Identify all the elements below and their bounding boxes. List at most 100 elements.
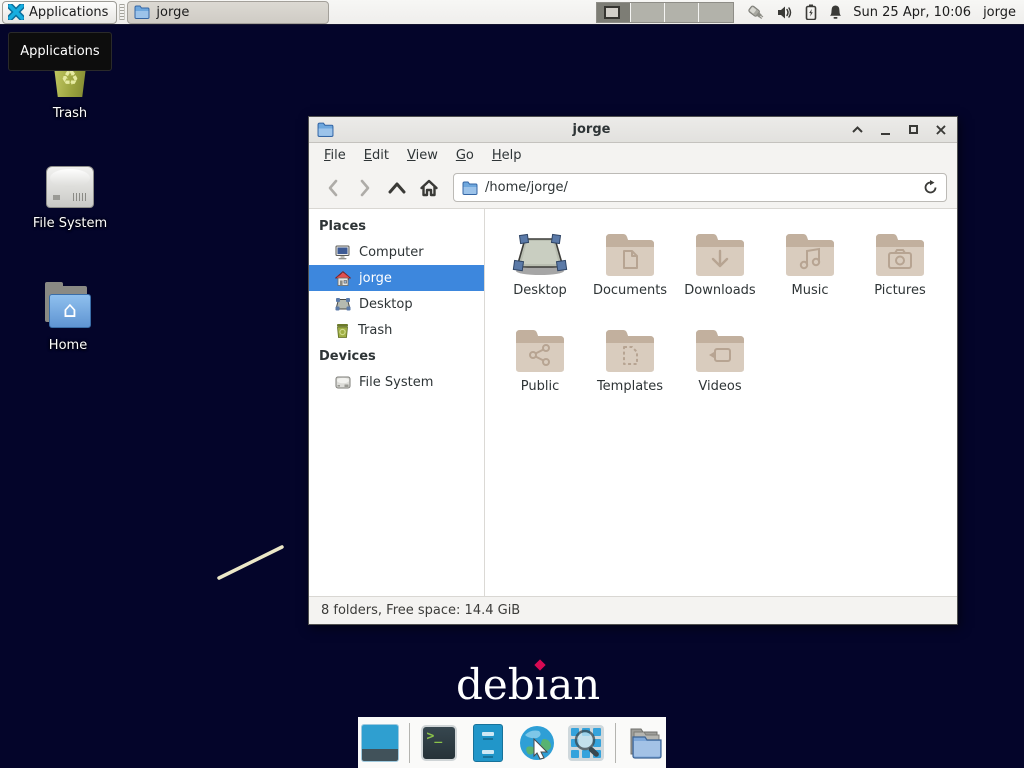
debian-logo-i: ı	[535, 660, 548, 709]
shade-button[interactable]	[849, 122, 865, 138]
desktop-icon-label: File System	[33, 216, 107, 231]
web-browser-icon	[517, 723, 557, 763]
sidebar-item-computer[interactable]: Computer	[309, 239, 484, 265]
drive-mini-icon	[335, 376, 351, 389]
taskbar-window-button[interactable]: jorge	[127, 1, 329, 24]
menu-help[interactable]: Help	[485, 146, 529, 165]
file-name: Videos	[698, 379, 741, 394]
up-button[interactable]	[383, 174, 411, 202]
downloads-folder-icon	[693, 221, 747, 277]
menu-edit[interactable]: Edit	[357, 146, 396, 165]
sidebar: Places Computer	[309, 209, 485, 596]
sidebar-item-trash[interactable]: Trash	[309, 317, 484, 343]
sidebar-item-jorge[interactable]: jorge	[309, 265, 484, 291]
pictures-folder-icon	[873, 221, 927, 277]
taskbar-window-label: jorge	[156, 5, 189, 20]
desktop-icon-home[interactable]: ⌂ Home	[20, 286, 116, 353]
file-item-music[interactable]: Music	[765, 221, 855, 317]
home-icon	[335, 271, 351, 286]
workspace-window-thumb	[604, 6, 620, 19]
maximize-button[interactable]	[905, 122, 921, 138]
back-button[interactable]	[319, 174, 347, 202]
documents-folder-icon	[603, 221, 657, 277]
file-cabinet-launcher[interactable]	[468, 723, 508, 763]
applications-menu-label: Applications	[29, 5, 108, 20]
sidebar-item-label: Computer	[359, 245, 424, 260]
tooltip-text: Applications	[20, 44, 99, 59]
home-button[interactable]	[415, 174, 443, 202]
public-folder-icon	[513, 317, 567, 373]
file-name: Public	[521, 379, 559, 394]
panel-handle[interactable]	[119, 4, 125, 20]
file-manager-icon	[625, 725, 665, 761]
workspace-2[interactable]	[631, 3, 665, 22]
panel-username[interactable]: jorge	[983, 5, 1016, 20]
terminal-icon: >_	[421, 725, 457, 761]
applications-tooltip: Applications	[8, 32, 112, 71]
sidebar-header-places: Places	[309, 213, 484, 239]
templates-folder-icon	[603, 317, 657, 373]
file-item-templates[interactable]: Templates	[585, 317, 675, 413]
debian-logo: debıan	[456, 660, 600, 709]
terminal-prompt-glyph: >_	[427, 729, 443, 744]
app-finder-launcher[interactable]	[566, 723, 606, 763]
menu-file[interactable]: File	[317, 146, 353, 165]
reload-icon[interactable]	[923, 180, 938, 195]
dock-separator	[615, 723, 616, 763]
notifications-bell-icon[interactable]	[828, 4, 843, 20]
home-glyph: ⌂	[63, 300, 77, 322]
close-button[interactable]: ×	[933, 122, 949, 138]
applications-menu-button[interactable]: Applications	[2, 1, 117, 24]
file-item-downloads[interactable]: Downloads	[675, 221, 765, 317]
file-item-desktop[interactable]: Desktop	[495, 221, 585, 317]
sidebar-item-label: Trash	[358, 323, 392, 338]
system-tray	[746, 4, 843, 20]
workspace-1[interactable]	[597, 3, 631, 22]
desktop-icon-label: Trash	[53, 106, 87, 121]
web-browser-launcher[interactable]	[517, 723, 557, 763]
file-item-pictures[interactable]: Pictures	[855, 221, 945, 317]
sidebar-item-label: Desktop	[359, 297, 413, 312]
terminal-launcher[interactable]: >_	[419, 723, 459, 763]
network-icon[interactable]	[746, 4, 766, 20]
file-item-public[interactable]: Public	[495, 317, 585, 413]
window-titlebar[interactable]: jorge ×	[309, 117, 957, 143]
path-bar[interactable]: /home/jorge/	[453, 173, 947, 202]
show-desktop-button[interactable]	[360, 723, 400, 763]
workspace-3[interactable]	[665, 3, 699, 22]
music-folder-icon	[783, 221, 837, 277]
file-item-documents[interactable]: Documents	[585, 221, 675, 317]
debian-logo-text: an	[548, 660, 600, 709]
trash-mini-icon	[335, 323, 350, 338]
file-name: Documents	[593, 283, 667, 298]
window-title: jorge	[334, 122, 849, 137]
menu-view[interactable]: View	[400, 146, 445, 165]
battery-icon[interactable]	[805, 4, 817, 20]
desktop-icon-file-system[interactable]: File System	[22, 166, 118, 231]
sidebar-item-desktop[interactable]: Desktop	[309, 291, 484, 317]
workspace-4[interactable]	[699, 3, 733, 22]
sidebar-item-label: File System	[359, 375, 433, 390]
home-folder-icon: ⌂	[43, 286, 93, 330]
path-text[interactable]: /home/jorge/	[485, 180, 916, 195]
folder-icon	[134, 5, 150, 19]
file-item-videos[interactable]: Videos	[675, 317, 765, 413]
panel-clock[interactable]: Sun 25 Apr, 10:06	[853, 5, 971, 20]
menu-go[interactable]: Go	[449, 146, 481, 165]
file-name: Music	[792, 283, 829, 298]
computer-icon	[335, 245, 351, 260]
desktop-icon-label: Home	[49, 338, 87, 353]
videos-folder-icon	[693, 317, 747, 373]
minimize-button[interactable]	[877, 122, 893, 138]
file-name: Downloads	[684, 283, 755, 298]
pathbar-folder-icon	[462, 181, 478, 195]
forward-button[interactable]	[351, 174, 379, 202]
file-manager-launcher[interactable]	[625, 723, 665, 763]
sidebar-item-file-system[interactable]: File System	[309, 369, 484, 395]
desktop-mini-icon	[335, 297, 351, 311]
file-manager-window: jorge × File Edit View Go Help	[308, 116, 958, 625]
show-desktop-icon	[361, 724, 399, 762]
workspace-switcher[interactable]	[596, 2, 734, 23]
volume-icon[interactable]	[777, 5, 794, 20]
window-folder-icon	[317, 122, 334, 137]
